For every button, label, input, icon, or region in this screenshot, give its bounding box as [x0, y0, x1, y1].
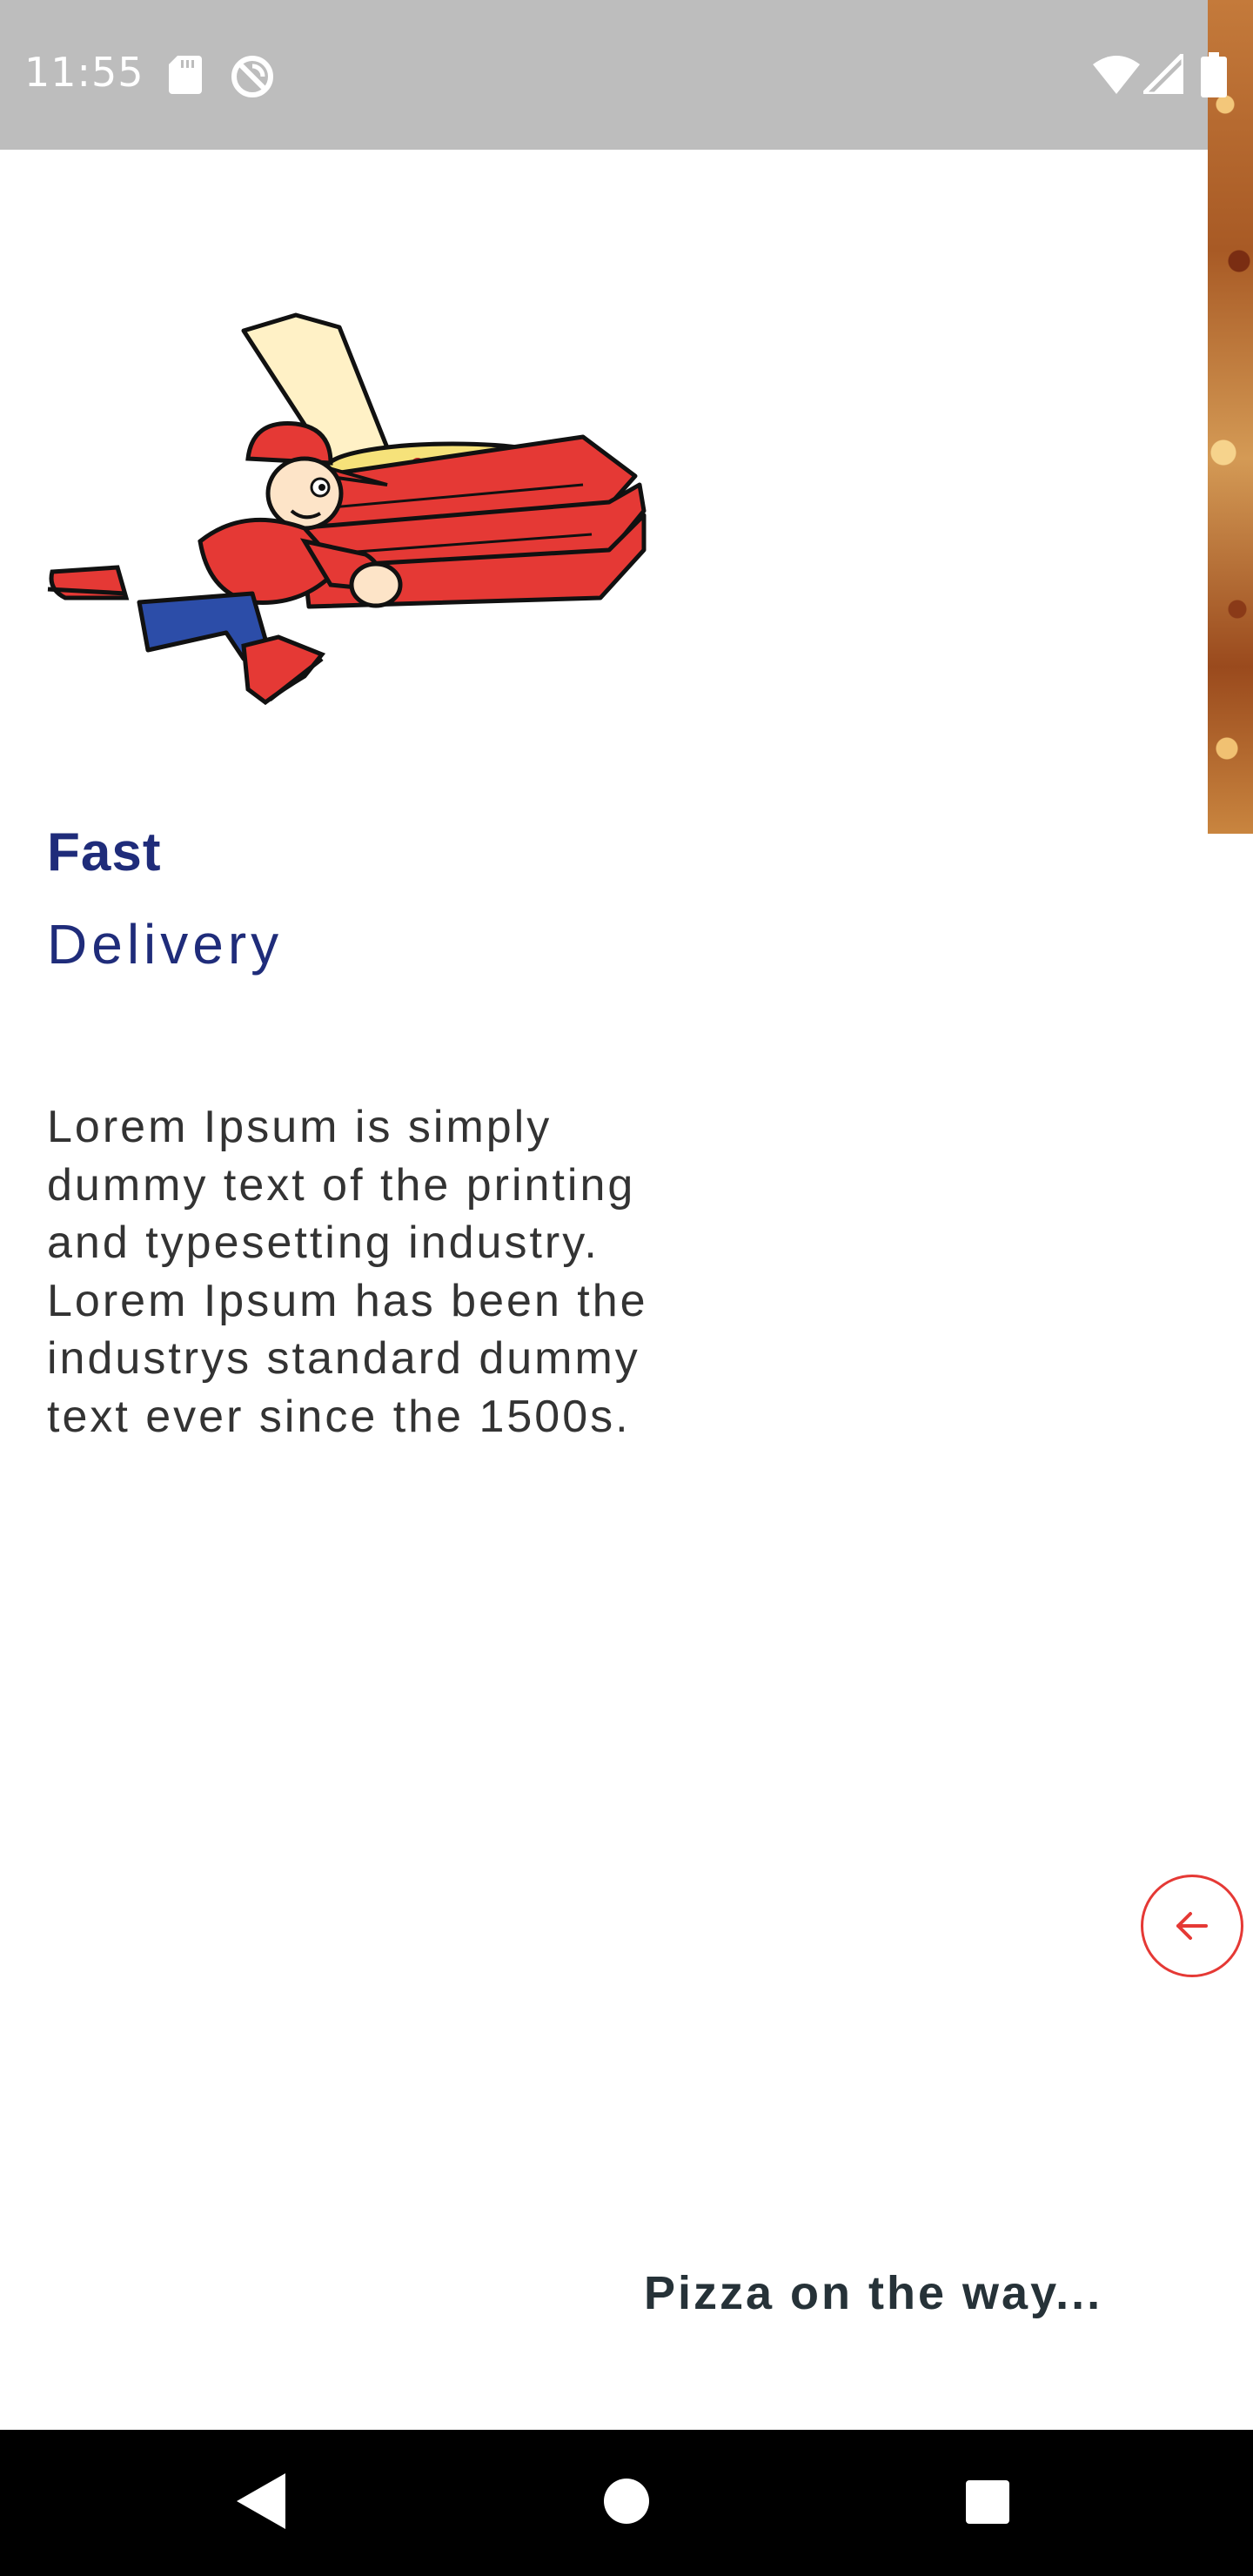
- back-triangle-icon[interactable]: [237, 2473, 285, 2529]
- home-circle-icon[interactable]: [604, 2479, 649, 2524]
- arrow-left-icon: [1176, 1912, 1208, 1940]
- description-text: Lorem Ipsum is simply dummy text of the …: [47, 1102, 648, 1442]
- status-bar: 11:55: [0, 0, 1208, 150]
- recents-square-icon[interactable]: [966, 2480, 1009, 2524]
- signal-icon: [1143, 54, 1183, 94]
- battery-icon: [1201, 52, 1227, 97]
- status-time: 11:55: [24, 49, 144, 96]
- wifi-icon: [1093, 56, 1140, 94]
- pizza-image-edge: [1208, 0, 1253, 834]
- title-delivery: Delivery: [47, 913, 284, 976]
- sd-card-icon: [169, 56, 202, 94]
- back-arrow-button[interactable]: [1141, 1875, 1243, 1977]
- footer-caption: Pizza on the way...: [644, 2267, 1103, 2319]
- sync-off-icon: [231, 56, 273, 97]
- pizza-delivery-illustration: [47, 312, 647, 706]
- title-fast: Fast: [47, 822, 162, 882]
